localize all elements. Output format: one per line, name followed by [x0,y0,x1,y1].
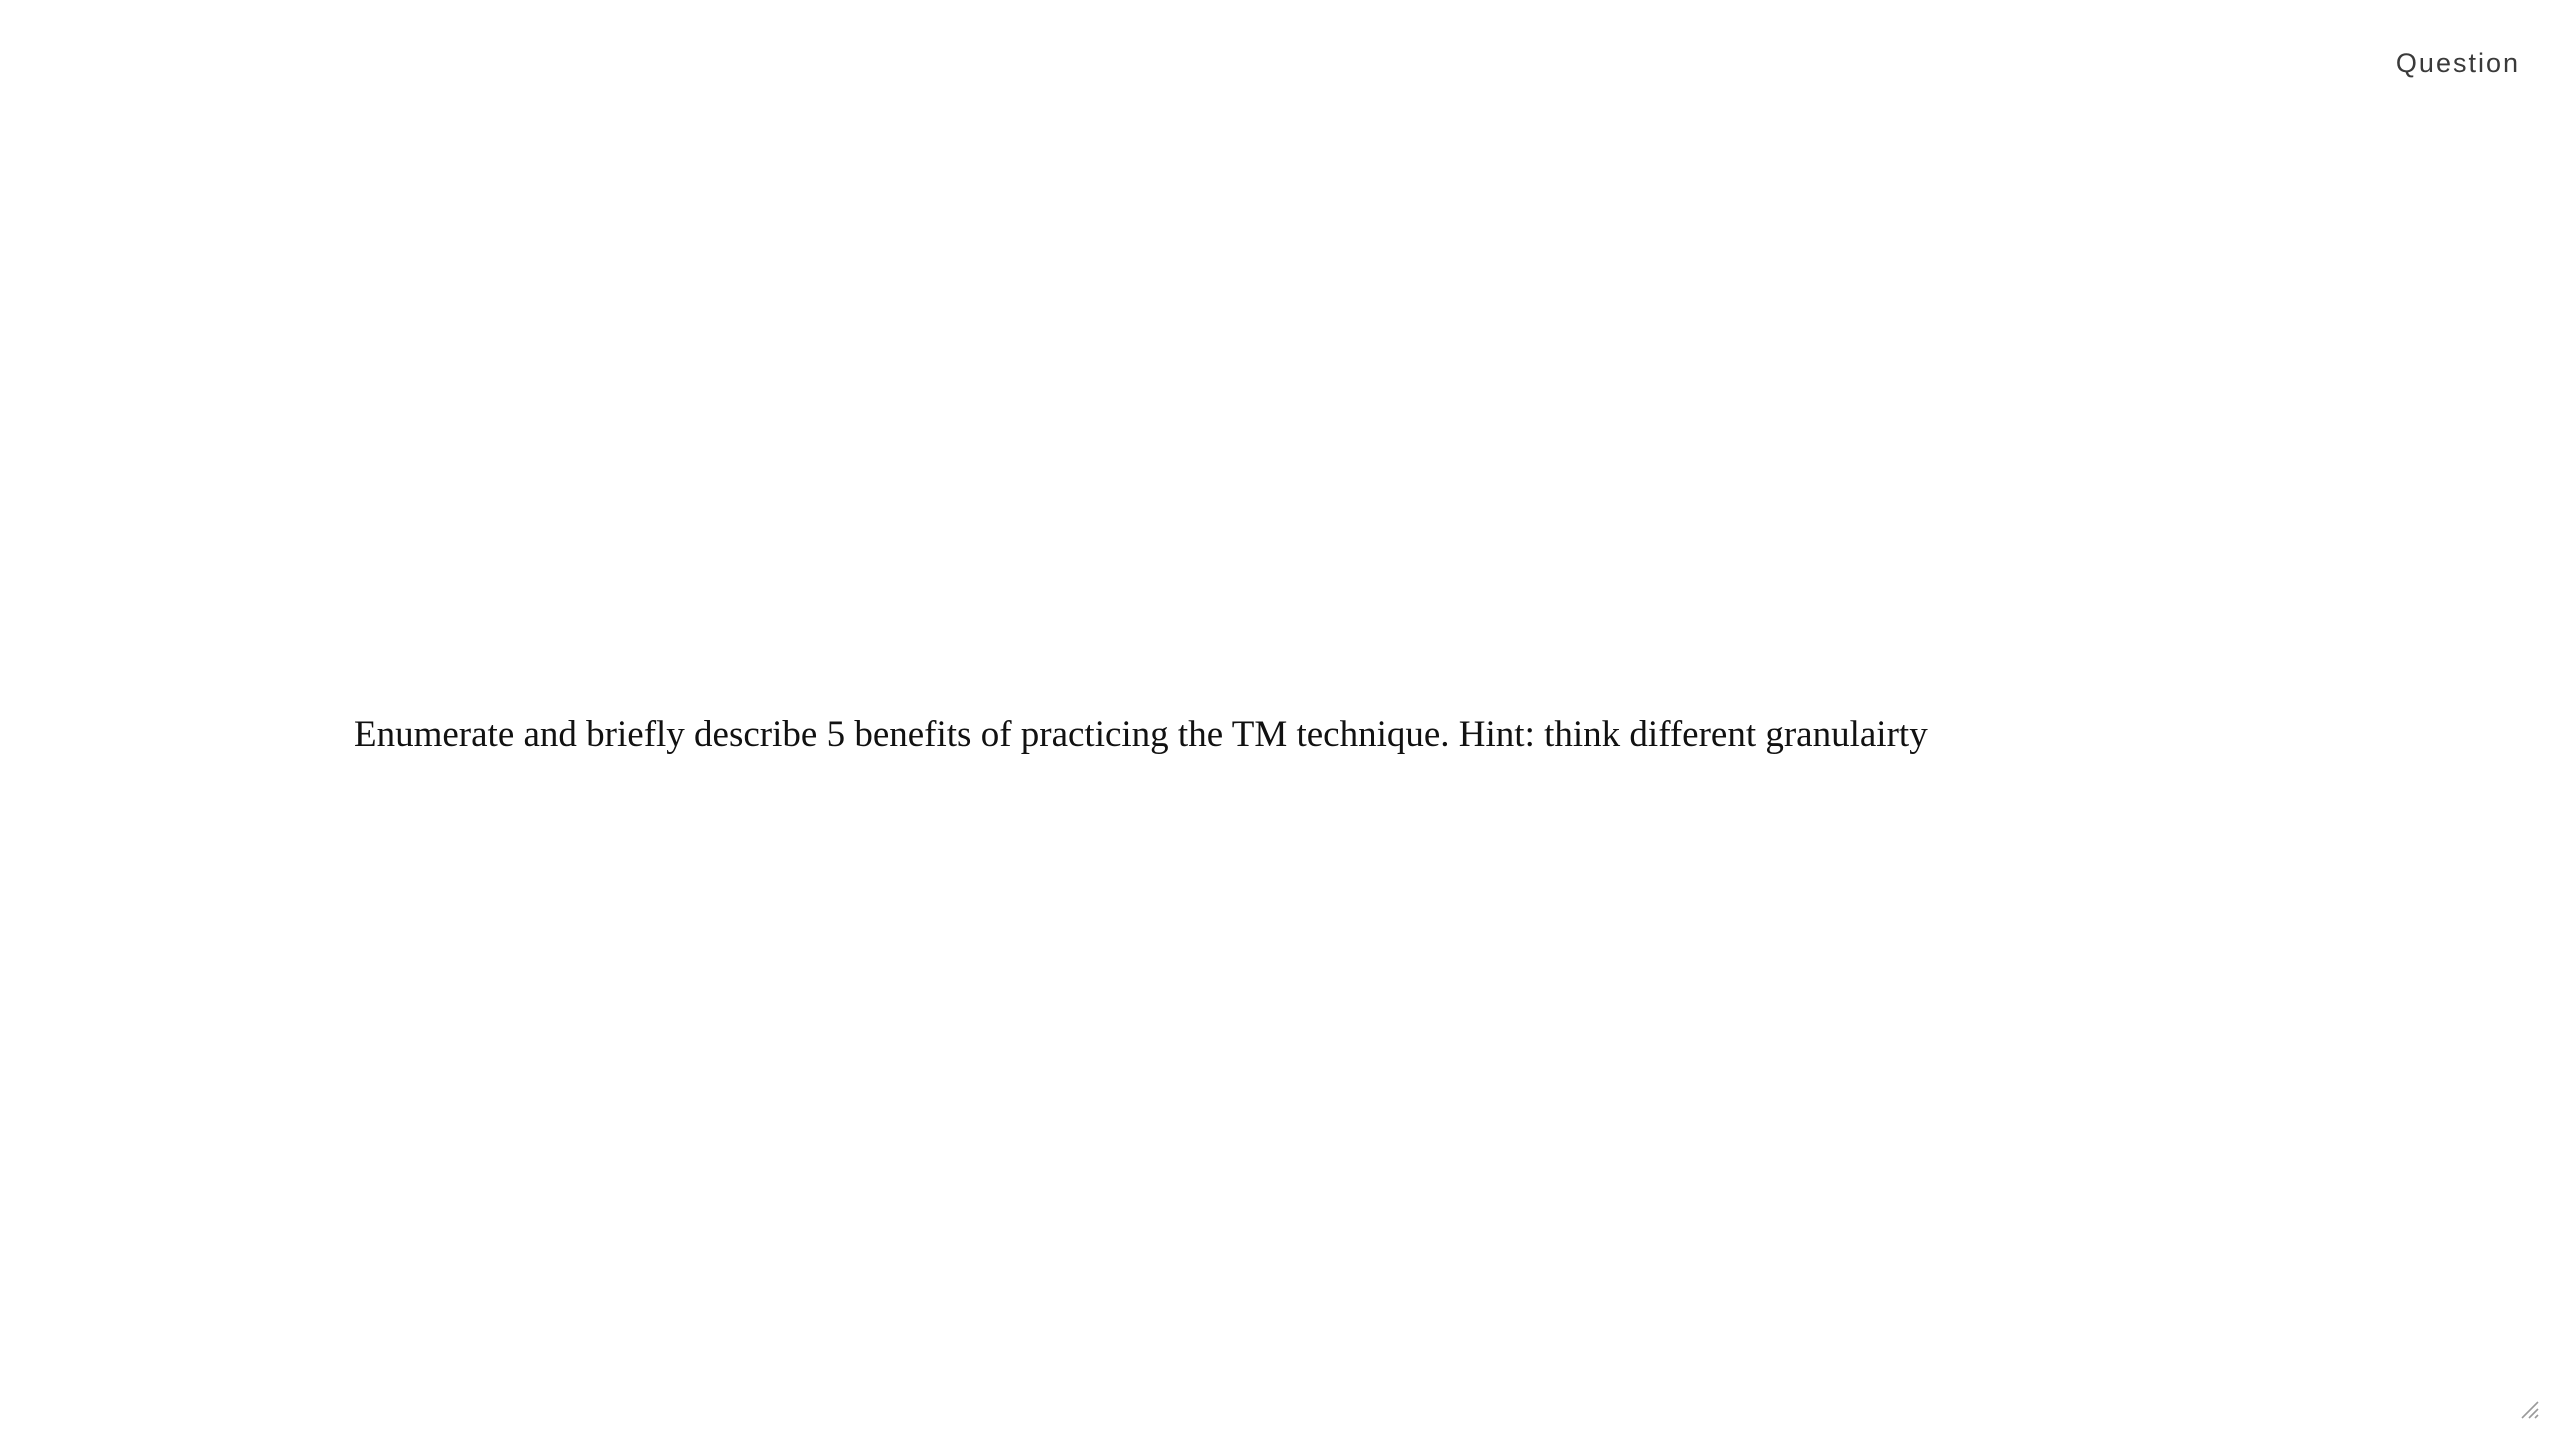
card-type-label: Question [2395,48,2520,78]
question-text: Enumerate and briefly describe 5 benefit… [354,714,1928,755]
resize-grip-icon[interactable] [2518,1398,2540,1420]
flashcard: Question Enumerate and briefly describe … [0,0,2560,1440]
